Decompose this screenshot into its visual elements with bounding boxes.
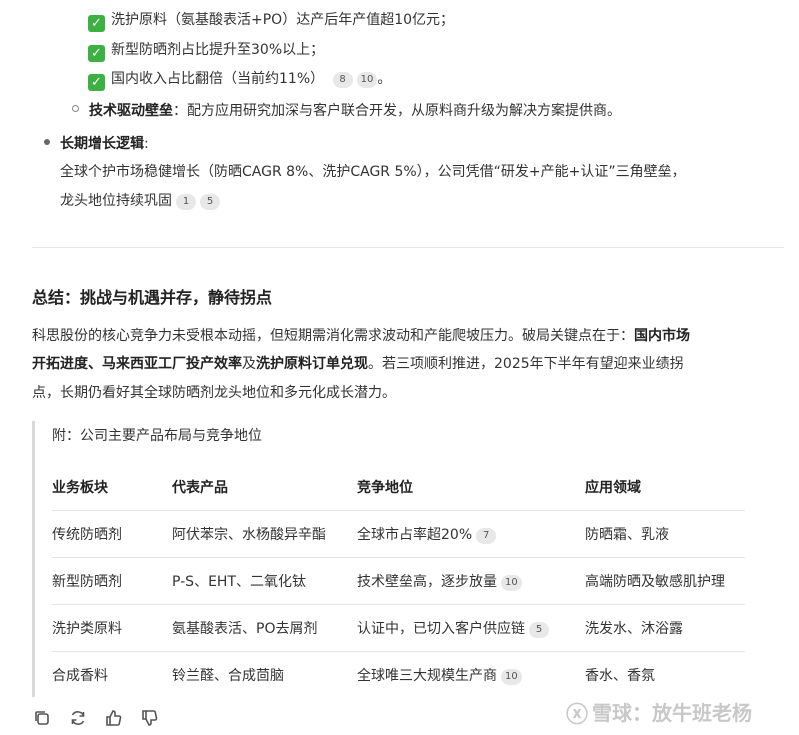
- position-cell: 全球市占率超20% 7: [357, 510, 585, 558]
- segment-cell: 传统防晒剂: [52, 510, 172, 558]
- segment-cell: 合成香料: [52, 651, 172, 698]
- position-cell: 全球唯三大规模生产商 10: [357, 651, 585, 698]
- summary-bold-text: 国内市场: [634, 328, 690, 344]
- table-header-cell: 业务板块: [52, 480, 108, 496]
- longterm-colon: :: [144, 136, 149, 152]
- application-cell: 洗发水、沐浴露: [585, 604, 745, 652]
- application-cell: 防晒霜、乳液: [585, 510, 745, 558]
- position-text: 技术壁垒高，逐步放量: [357, 574, 497, 590]
- thumbs-down-icon[interactable]: [140, 708, 160, 728]
- snowball-logo-icon: ⓧ: [566, 703, 589, 728]
- citation-badge[interactable]: 5: [200, 194, 220, 210]
- citation-badge[interactable]: 7: [476, 528, 497, 544]
- appendix-title: 附：公司主要产品布局与竞争地位: [52, 428, 262, 444]
- table-row: 洗护类原料 氨基酸表活、PO去屑剂 认证中，已切入客户供应链 5 洗发水、沐浴露: [52, 604, 745, 652]
- citation-badge[interactable]: 1: [176, 194, 196, 210]
- summary-line2: 开拓进度、马来西亚工厂投产效率及洗护原料订单兑现。若三项顺利推进，2025年下半…: [32, 354, 684, 374]
- table-header-row: 业务板块 代表产品 竞争地位 应用领域: [52, 464, 745, 511]
- check-item: ✓ 洗护原料（氨基酸表活+PO）达产后年产值超10亿元；: [88, 10, 454, 32]
- summary-bold-text: 开拓进度、马来西亚工厂投产效率: [32, 356, 242, 372]
- citation-badge[interactable]: 10: [501, 575, 522, 591]
- position-cell: 技术壁垒高，逐步放量 10: [357, 557, 585, 605]
- products-cell: 氨基酸表活、PO去屑剂: [172, 604, 357, 652]
- longterm-item: 长期增长逻辑:: [44, 134, 149, 154]
- table-header-cell: 应用领域: [585, 480, 641, 496]
- check-icon: ✓: [88, 15, 105, 32]
- check-icon: ✓: [88, 74, 105, 91]
- summary-bold-text: 洗护原料订单兑现: [256, 356, 368, 372]
- longterm-line2: 龙头地位持续巩固 1 5: [60, 191, 220, 211]
- segment-cell: 新型防晒剂: [52, 557, 172, 605]
- application-cell: 高端防晒及敏感肌护理: [585, 557, 745, 605]
- position-text: 认证中，已切入客户供应链: [357, 621, 525, 637]
- check-item: ✓ 新型防晒剂占比提升至30%以上；: [88, 40, 324, 62]
- citation-badge[interactable]: 5: [529, 622, 549, 638]
- products-cell: P-S、EHT、二氧化钛: [172, 557, 357, 605]
- table-header-cell: 代表产品: [172, 480, 228, 496]
- watermark: ⓧ 雪球：放牛班老杨: [566, 697, 752, 729]
- tech-barrier-label: 技术驱动壁垒: [89, 103, 173, 119]
- longterm-line2-text: 龙头地位持续巩固: [60, 193, 172, 209]
- position-text: 全球市占率超20%: [357, 527, 473, 543]
- summary-heading: 总结：挑战与机遇并存，静待拐点: [32, 288, 273, 307]
- summary-text: 。若三项顺利推进，2025年下半年有望迎来业绩拐: [368, 356, 684, 372]
- solid-bullet-icon: [44, 139, 50, 145]
- products-cell: 铃兰醛、合成茴脑: [172, 651, 357, 698]
- table-row: 传统防晒剂 阿伏苯宗、水杨酸异辛酯 全球市占率超20% 7 防晒霜、乳液: [52, 510, 745, 558]
- position-text: 全球唯三大规模生产商: [357, 668, 497, 684]
- check-item-suffix: 。: [377, 71, 392, 87]
- copy-icon[interactable]: [32, 708, 52, 728]
- table-row: 合成香料 铃兰醛、合成茴脑 全球唯三大规模生产商 10 香水、香氛: [52, 651, 745, 698]
- table-row: 新型防晒剂 P-S、EHT、二氧化钛 技术壁垒高，逐步放量 10 高端防晒及敏感肌…: [52, 557, 745, 605]
- application-cell: 香水、香氛: [585, 651, 745, 698]
- table-header-cell: 竞争地位: [357, 480, 413, 496]
- check-item-text: 洗护原料（氨基酸表活+PO）达产后年产值超10亿元；: [111, 12, 455, 28]
- refresh-icon[interactable]: [68, 708, 88, 728]
- quote-bar: [32, 421, 35, 697]
- longterm-label: 长期增长逻辑: [60, 136, 144, 152]
- summary-line1: 科思股份的核心竞争力未受根本动摇，但短期需消化需求波动和产能爬坡压力。破局关键点…: [32, 326, 690, 346]
- section-divider: [32, 247, 784, 248]
- tech-barrier-item: 技术驱动壁垒：配方应用研究加深与客户联合开发，从原料商升级为解决方案提供商。: [72, 101, 621, 121]
- summary-text: 科思股份的核心竞争力未受根本动摇，但短期需消化需求波动和产能爬坡压力。破局关键点…: [32, 328, 634, 344]
- products-cell: 阿伏苯宗、水杨酸异辛酯: [172, 510, 357, 558]
- citation-badge[interactable]: 10: [356, 72, 378, 88]
- tech-barrier-colon: ：: [173, 103, 187, 119]
- longterm-line1: 全球个护市场稳健增长（防晒CAGR 8%、洗护CAGR 5%），公司凭借“研发+…: [60, 164, 686, 180]
- summary-line3: 点，长期仍看好其全球防晒剂龙头地位和多元化成长潜力。: [32, 385, 396, 401]
- summary-text: 及: [242, 356, 256, 372]
- check-item-text: 新型防晒剂占比提升至30%以上；: [111, 42, 325, 58]
- position-cell: 认证中，已切入客户供应链 5: [357, 604, 585, 652]
- check-item-text: 国内收入占比翻倍（当前约11%）: [111, 71, 325, 87]
- thumbs-up-icon[interactable]: [104, 708, 124, 728]
- product-table: 业务板块 代表产品 竞争地位 应用领域 传统防晒剂 阿伏苯宗、水杨酸异辛酯 全球…: [52, 464, 745, 698]
- hollow-bullet-icon: [72, 105, 79, 112]
- watermark-text: 雪球：放牛班老杨: [592, 701, 753, 725]
- check-icon: ✓: [88, 45, 105, 62]
- citation-badge[interactable]: 8: [332, 72, 353, 88]
- citation-badge[interactable]: 10: [501, 669, 522, 685]
- tech-barrier-text: 配方应用研究加深与客户联合开发，从原料商升级为解决方案提供商。: [187, 103, 621, 119]
- check-item: ✓ 国内收入占比翻倍（当前约11%） 8 10。: [88, 69, 391, 91]
- segment-cell: 洗护类原料: [52, 604, 172, 652]
